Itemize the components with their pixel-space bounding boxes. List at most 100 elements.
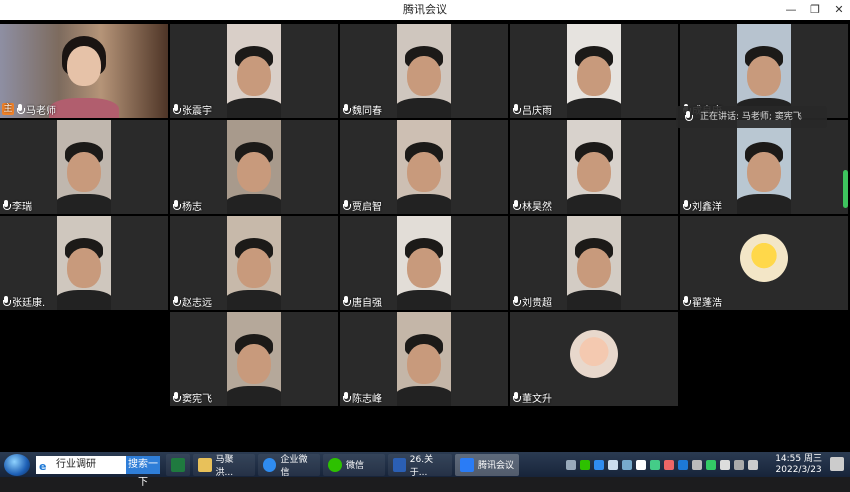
participant-tile[interactable]: 赵志远 [170, 216, 338, 310]
participant-video [227, 24, 281, 118]
taskbar-app-excel[interactable] [166, 453, 190, 476]
tray-icon[interactable] [650, 459, 660, 470]
participant-namebar: 陈志峰 [342, 390, 382, 405]
participant-tile[interactable]: 林昊然 [510, 120, 678, 214]
taskbar-search-input[interactable]: e 行业调研 [36, 455, 126, 474]
tray-icon[interactable] [664, 459, 674, 470]
participant-face [747, 152, 781, 192]
taskbar-clock[interactable]: 14:55 周三 2022/3/23 [775, 454, 822, 476]
participant-body [57, 194, 111, 214]
tray-icon[interactable] [678, 459, 688, 470]
tray-icon[interactable] [720, 459, 730, 470]
restore-icon[interactable]: ❐ [808, 3, 822, 17]
wechat-icon [328, 457, 342, 472]
participant-tile[interactable]: 张廷康. [0, 216, 168, 310]
tray-icon[interactable] [622, 459, 632, 470]
show-desktop-button[interactable] [830, 457, 844, 471]
participant-tile[interactable]: 杨志 [170, 120, 338, 214]
participant-body [567, 98, 621, 118]
taskbar-app-label: 企业微信 [280, 454, 308, 478]
participant-body [397, 194, 451, 214]
taskbar-app-label: 腾讯会议 [478, 461, 515, 471]
participant-tile[interactable]: 魏同春 [340, 24, 508, 118]
participant-video [737, 120, 791, 214]
mic-icon [342, 295, 351, 307]
participant-body [227, 290, 281, 310]
tray-icon[interactable] [706, 459, 716, 470]
taskbar-app-label: 26.关于... [409, 454, 434, 478]
participant-face [407, 152, 441, 192]
participant-name: 刘鑫洋 [692, 201, 722, 213]
taskbar-app-word[interactable]: 26.关于... [388, 453, 452, 478]
participant-tile[interactable]: 张震宇 [170, 24, 338, 118]
participant-namebar: 贾启智 [342, 198, 382, 213]
tray-icon[interactable] [636, 459, 646, 470]
participant-face [237, 344, 271, 384]
taskbar-app-tencent-meeting[interactable]: 腾讯会议 [455, 453, 519, 476]
participant-tile[interactable]: 刘鑫洋 [680, 120, 848, 214]
participant-face [577, 152, 611, 192]
scrollbar[interactable] [843, 170, 848, 208]
tray-icon[interactable] [608, 459, 618, 470]
participant-tile[interactable]: 成良康 [680, 24, 848, 118]
participant-video [397, 120, 451, 214]
participant-face [237, 248, 271, 288]
participant-tile[interactable]: 贾启智 [340, 120, 508, 214]
window-title: 腾讯会议 [403, 3, 447, 16]
mic-icon [172, 199, 181, 211]
window-titlebar: 腾讯会议 — ❐ ✕ [0, 0, 850, 20]
tray-icon[interactable] [594, 459, 604, 470]
participant-video [567, 216, 621, 310]
participant-tile[interactable]: 窦宪飞 [170, 312, 338, 406]
mic-icon [512, 103, 521, 115]
participant-namebar: 刘鑫洋 [682, 198, 722, 213]
mic-icon [682, 295, 691, 307]
participant-namebar: 张震宇 [172, 102, 212, 117]
tray-icon[interactable] [734, 459, 744, 470]
participant-namebar: 翟蓬浩 [682, 294, 722, 309]
participant-tile[interactable]: 吕庆雨 [510, 24, 678, 118]
tray-icon[interactable] [748, 459, 758, 470]
taskbar-search-value: 行业调研 [56, 458, 96, 470]
participant-namebar: 林昊然 [512, 198, 552, 213]
participant-body [397, 386, 451, 406]
participant-tile[interactable]: 翟蓬浩 [680, 216, 848, 310]
tray-icon[interactable] [566, 459, 576, 470]
participant-video [227, 216, 281, 310]
start-button[interactable] [4, 453, 30, 476]
participant-video [567, 120, 621, 214]
participant-name: 赵志远 [182, 297, 212, 309]
participant-face [67, 46, 101, 86]
mic-icon [684, 111, 693, 122]
participant-tile[interactable]: 董文升 [510, 312, 678, 406]
taskbar-app-folder[interactable]: 马聚洪... [193, 453, 255, 478]
participant-name: 陈志峰 [352, 393, 382, 405]
taskbar-app-wecom[interactable]: 企业微信 [258, 453, 320, 478]
system-tray [566, 452, 758, 477]
taskbar-search-button[interactable]: 搜索一下 [126, 455, 160, 488]
mic-icon [342, 391, 351, 403]
excel-icon [171, 457, 185, 472]
participant-name: 贾启智 [352, 201, 382, 213]
word-icon [393, 457, 406, 472]
participant-video [57, 120, 111, 214]
participant-namebar: 吕庆雨 [512, 102, 552, 117]
tray-icon[interactable] [580, 459, 590, 470]
participant-tile[interactable]: 主马老师 [0, 24, 168, 118]
close-icon[interactable]: ✕ [832, 3, 846, 17]
folder-icon [198, 457, 212, 472]
mic-icon [172, 391, 181, 403]
participant-tile[interactable]: 李瑞 [0, 120, 168, 214]
participant-namebar: 张廷康. [2, 294, 45, 309]
participant-tile[interactable]: 唐自强 [340, 216, 508, 310]
mic-icon [512, 199, 521, 211]
participant-tile[interactable]: 陈志峰 [340, 312, 508, 406]
participant-video [397, 216, 451, 310]
participant-video [397, 312, 451, 406]
tray-icon[interactable] [692, 459, 702, 470]
taskbar-app-wechat[interactable]: 微信 [323, 453, 385, 476]
participant-tile[interactable]: 刘贵超 [510, 216, 678, 310]
taskbar-app-label: 微信 [346, 461, 365, 471]
participant-video [57, 216, 111, 310]
minimize-icon[interactable]: — [784, 3, 798, 17]
